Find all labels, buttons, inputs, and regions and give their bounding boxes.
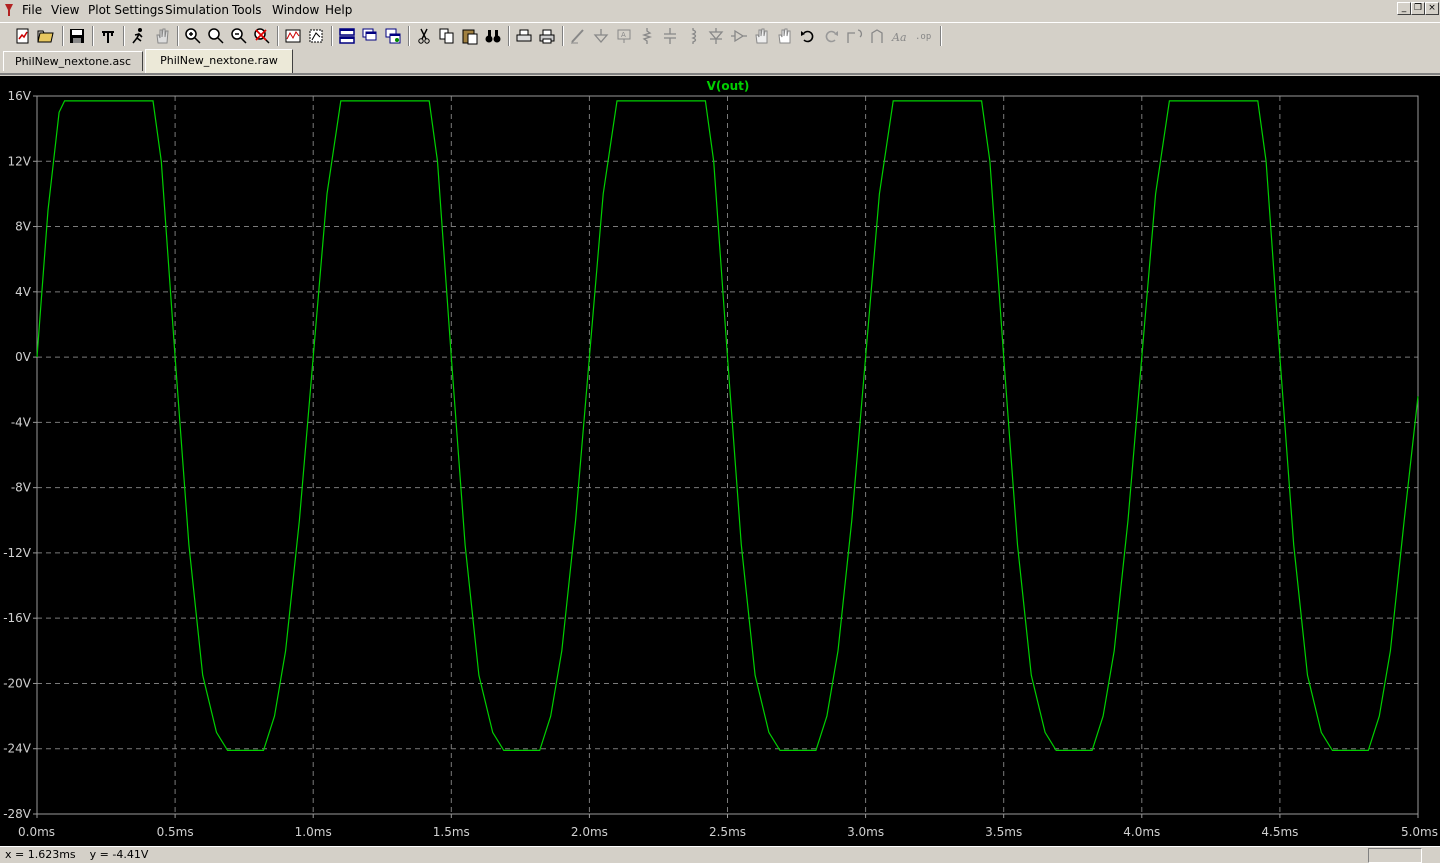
toolbar-separator bbox=[123, 26, 125, 46]
open-icon[interactable] bbox=[37, 27, 55, 45]
y-tick-label: 8V bbox=[15, 220, 32, 234]
toolbar-separator bbox=[508, 26, 510, 46]
tile-vertical-icon[interactable] bbox=[384, 27, 402, 45]
menu-simulation[interactable]: Simulation bbox=[165, 3, 229, 18]
document-tabs: PhilNew_nextone.asc PhilNew_nextone.raw bbox=[0, 49, 1440, 73]
menu-bar: File View Plot Settings Simulation Tools… bbox=[0, 0, 1440, 21]
toolbar-separator bbox=[940, 26, 942, 46]
y-tick-label: -24V bbox=[3, 742, 32, 756]
x-tick-label: 0.5ms bbox=[157, 825, 194, 839]
cut-icon[interactable] bbox=[415, 27, 433, 45]
svg-text:Aa: Aa bbox=[891, 31, 907, 44]
tab-underline bbox=[0, 73, 1440, 75]
redo-icon[interactable] bbox=[822, 27, 840, 45]
menu-view[interactable]: View bbox=[51, 3, 79, 18]
tile-horizontal-icon[interactable] bbox=[338, 27, 356, 45]
toolbar: A Aa .op bbox=[0, 22, 1440, 50]
new-schematic-icon[interactable] bbox=[14, 27, 32, 45]
svg-text:A: A bbox=[621, 31, 626, 39]
zoom-cancel-icon[interactable] bbox=[253, 27, 271, 45]
inductor-icon[interactable] bbox=[684, 27, 702, 45]
status-panel bbox=[1368, 848, 1422, 863]
print-icon[interactable] bbox=[538, 27, 556, 45]
ground-icon[interactable] bbox=[592, 27, 610, 45]
plot-frame bbox=[36, 95, 1419, 815]
minimize-button[interactable]: _ bbox=[1397, 2, 1411, 15]
diode-icon[interactable] bbox=[707, 27, 725, 45]
halt-icon[interactable] bbox=[153, 27, 171, 45]
y-tick-label: -4V bbox=[11, 415, 32, 429]
x-tick-label: 5.0ms bbox=[1401, 825, 1438, 839]
rotate-icon[interactable] bbox=[845, 27, 863, 45]
print-setup-icon[interactable] bbox=[515, 27, 533, 45]
autorange-icon[interactable] bbox=[284, 27, 302, 45]
tab-waveform[interactable]: PhilNew_nextone.raw bbox=[145, 49, 293, 73]
component-icon[interactable] bbox=[730, 27, 748, 45]
copy-icon[interactable] bbox=[438, 27, 456, 45]
y-tick-label: -16V bbox=[3, 611, 32, 625]
toolbar-separator bbox=[562, 26, 564, 46]
y-tick-label: 12V bbox=[8, 154, 32, 168]
ltspice-app-icon[interactable] bbox=[3, 3, 15, 17]
cascade-icon[interactable] bbox=[361, 27, 379, 45]
zoom-out-icon[interactable] bbox=[230, 27, 248, 45]
y-tick-label: 16V bbox=[8, 89, 32, 103]
x-tick-label: 2.5ms bbox=[709, 825, 746, 839]
status-bar: x = 1.623ms y = -4.41V bbox=[0, 846, 1440, 863]
y-tick-label: -12V bbox=[3, 546, 32, 560]
menu-help[interactable]: Help bbox=[325, 3, 352, 18]
y-tick-label: -20V bbox=[3, 676, 32, 690]
spice-directive-icon[interactable]: .op bbox=[914, 27, 932, 45]
x-tick-label: 3.5ms bbox=[985, 825, 1022, 839]
label-net-icon[interactable]: A bbox=[615, 27, 633, 45]
wire-icon[interactable] bbox=[569, 27, 587, 45]
x-tick-label: 2.0ms bbox=[571, 825, 608, 839]
ticks-layer: 0.0ms 0.5ms 1.0ms 1.5ms 2.0ms 2.5ms 3.0ms 3.5ms… bbox=[3, 89, 1438, 839]
menu-tools[interactable]: Tools bbox=[232, 3, 262, 18]
run-icon[interactable] bbox=[129, 27, 147, 45]
toolbar-separator bbox=[62, 26, 64, 46]
x-tick-label: 0.0ms bbox=[18, 825, 55, 839]
control-panel-icon[interactable] bbox=[99, 27, 117, 45]
x-tick-label: 1.5ms bbox=[433, 825, 470, 839]
x-tick-label: 3.0ms bbox=[847, 825, 884, 839]
waveform-chart[interactable]: 0.0ms 0.5ms 1.0ms 1.5ms 2.0ms 2.5ms 3.0ms 3.5ms… bbox=[0, 76, 1440, 846]
y-tick-label: -28V bbox=[3, 807, 32, 821]
menu-window[interactable]: Window bbox=[272, 3, 319, 18]
undo-icon[interactable] bbox=[799, 27, 817, 45]
move-icon[interactable] bbox=[753, 27, 771, 45]
paste-icon[interactable] bbox=[461, 27, 479, 45]
drag-icon[interactable] bbox=[776, 27, 794, 45]
zoom-in-icon[interactable] bbox=[184, 27, 202, 45]
x-tick-label: 4.5ms bbox=[1261, 825, 1298, 839]
zoom-area-icon[interactable] bbox=[207, 27, 225, 45]
capacitor-icon[interactable] bbox=[661, 27, 679, 45]
svg-text:.op: .op bbox=[915, 32, 931, 42]
x-tick-label: 4.0ms bbox=[1123, 825, 1160, 839]
grid-layer bbox=[37, 96, 1418, 814]
x-tick-label: 1.0ms bbox=[295, 825, 332, 839]
toolbar-separator bbox=[92, 26, 94, 46]
restore-button[interactable]: ❐ bbox=[1411, 2, 1425, 15]
resistor-icon[interactable] bbox=[638, 27, 656, 45]
menu-plot-settings[interactable]: Plot Settings bbox=[88, 3, 164, 18]
menu-file[interactable]: File bbox=[22, 3, 42, 18]
toolbar-separator bbox=[277, 26, 279, 46]
tab-schematic[interactable]: PhilNew_nextone.asc bbox=[3, 51, 143, 71]
waveform-plot-pane[interactable]: 0.0ms 0.5ms 1.0ms 1.5ms 2.0ms 2.5ms 3.0ms 3.5ms… bbox=[0, 76, 1440, 846]
text-icon[interactable]: Aa bbox=[891, 27, 909, 45]
zoom-full-icon[interactable] bbox=[307, 27, 325, 45]
y-tick-label: -8V bbox=[11, 481, 32, 495]
toolbar-separator bbox=[331, 26, 333, 46]
toolbar-separator bbox=[177, 26, 179, 46]
y-tick-label: 0V bbox=[15, 350, 32, 364]
cursor-readout: x = 1.623ms y = -4.41V bbox=[5, 848, 149, 861]
trace-label-vout[interactable]: V(out) bbox=[707, 79, 750, 93]
find-icon[interactable] bbox=[484, 27, 502, 45]
y-tick-label: 4V bbox=[15, 285, 32, 299]
save-icon[interactable] bbox=[68, 27, 86, 45]
mirror-icon[interactable] bbox=[868, 27, 886, 45]
toolbar-separator bbox=[408, 26, 410, 46]
close-button[interactable]: × bbox=[1425, 2, 1439, 15]
